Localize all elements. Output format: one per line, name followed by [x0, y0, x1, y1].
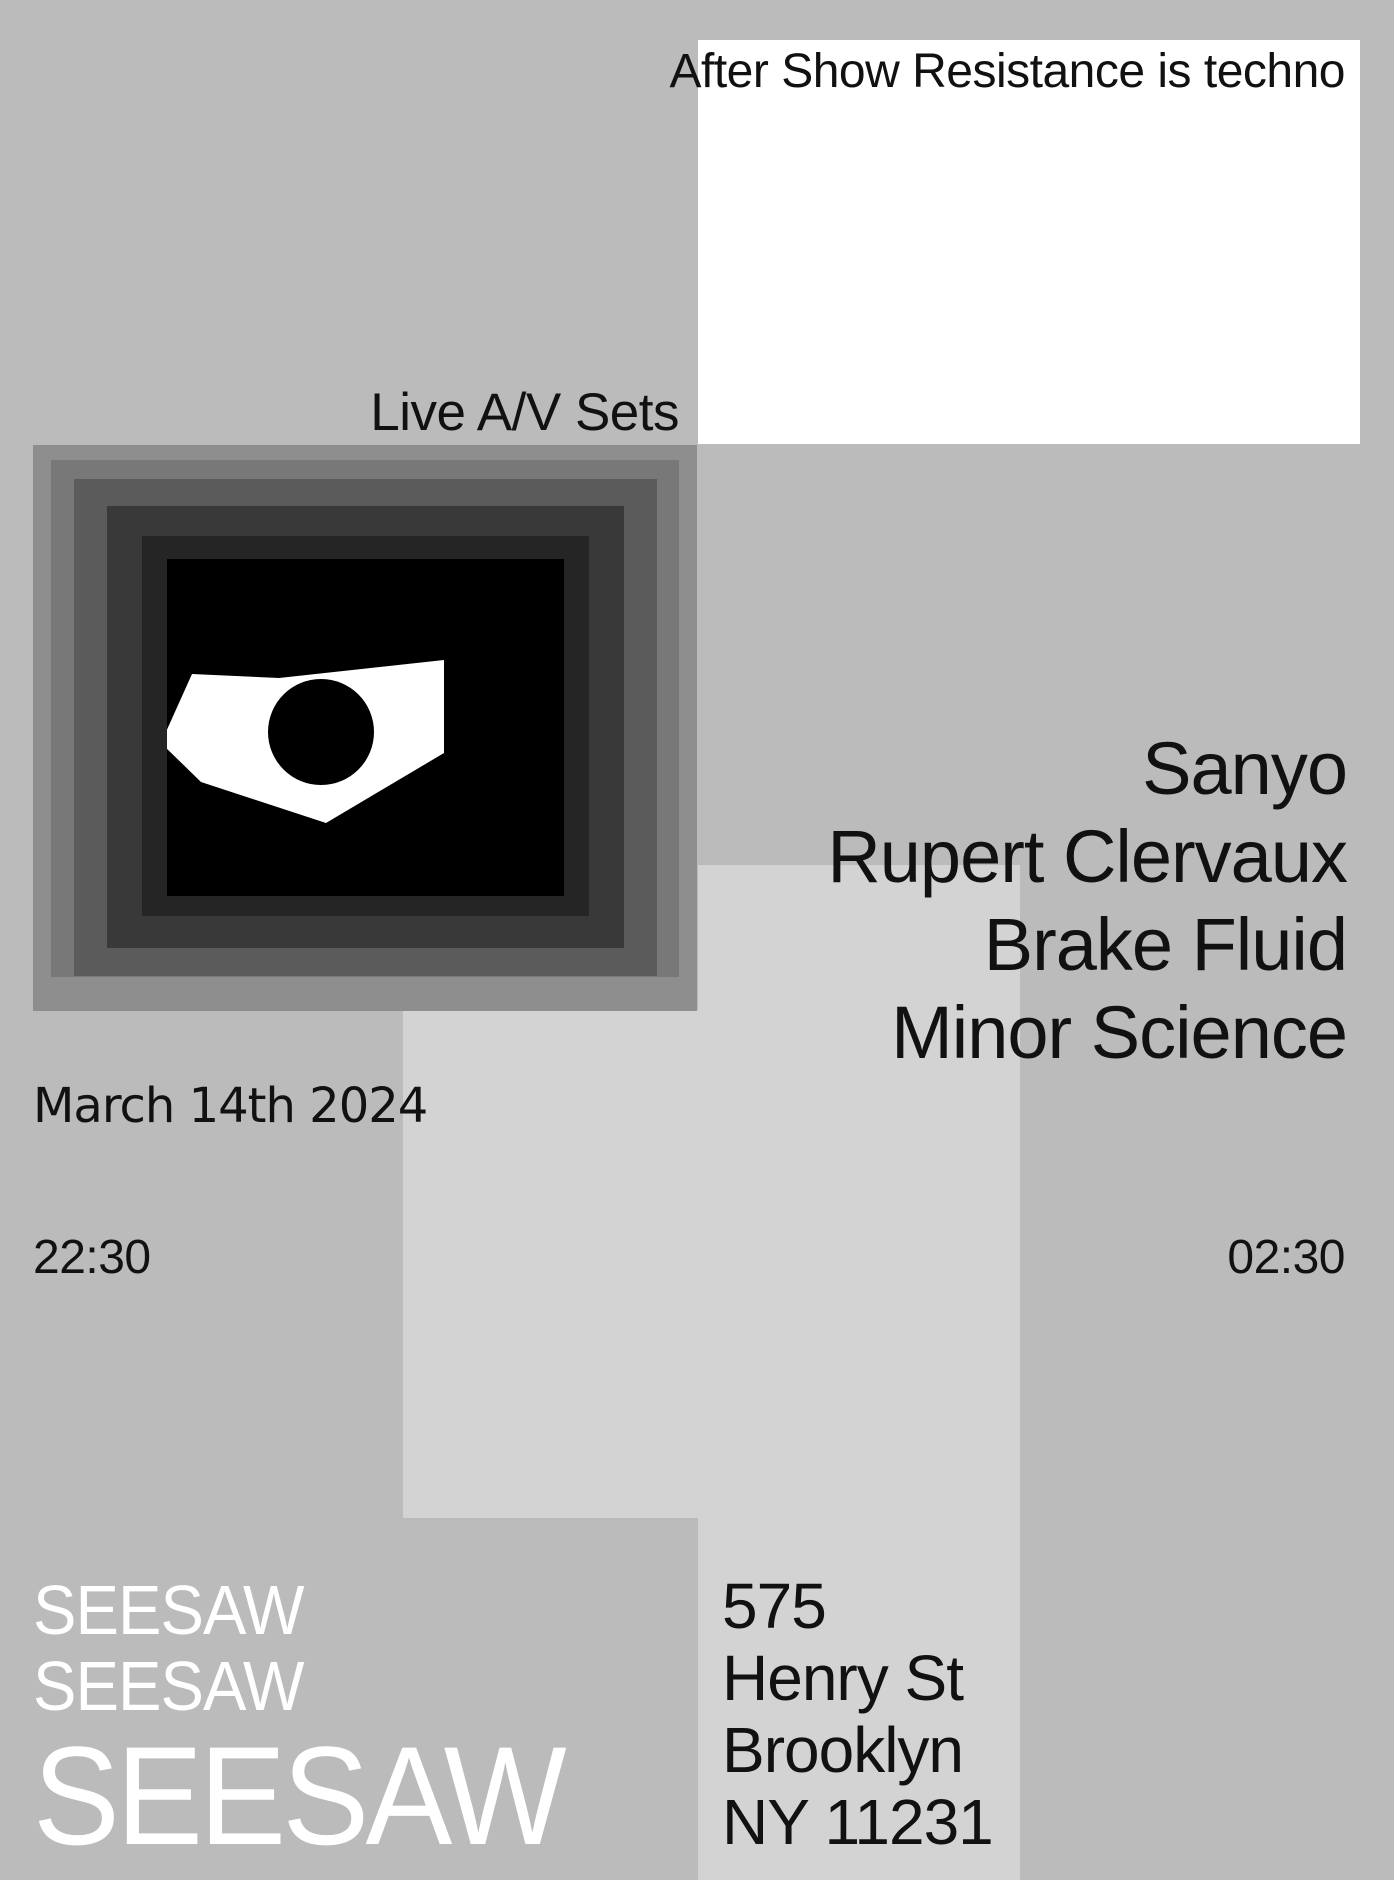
white-panel — [698, 40, 1360, 444]
start-time: 22:30 — [33, 1231, 151, 1284]
lineup-artist: Brake Fluid — [983, 903, 1348, 986]
address-line: Henry St — [722, 1642, 964, 1714]
event-title: After Show Resistance is techno — [669, 45, 1345, 98]
venue-logo-large: SEESAW — [33, 1717, 567, 1874]
lineup-artist: Minor Science — [891, 991, 1348, 1074]
venue-logo-line: SEESAW — [33, 1571, 304, 1649]
event-date: March 14th 2024 — [33, 1078, 428, 1134]
venue-logo: SEESAW SEESAW SEESAW — [33, 1572, 603, 1868]
address-line: NY 11231 — [722, 1786, 994, 1858]
venue-logo-line: SEESAW — [33, 1647, 304, 1725]
venue-address: 575 Henry St Brooklyn NY 11231 — [722, 1570, 994, 1858]
address-line: Brooklyn — [722, 1714, 964, 1786]
eye-pupil — [268, 679, 374, 785]
lineup-list: Sanyo Rupert Clervaux Brake Fluid Minor … — [827, 725, 1348, 1077]
lineup-artist: Sanyo — [1142, 727, 1348, 810]
lineup-artist: Rupert Clervaux — [827, 815, 1348, 898]
sets-label: Live A/V Sets — [370, 383, 679, 442]
light-band-block — [403, 1010, 698, 1518]
address-line: 575 — [722, 1570, 827, 1642]
end-time: 02:30 — [1227, 1231, 1345, 1284]
eye-icon — [167, 660, 444, 823]
